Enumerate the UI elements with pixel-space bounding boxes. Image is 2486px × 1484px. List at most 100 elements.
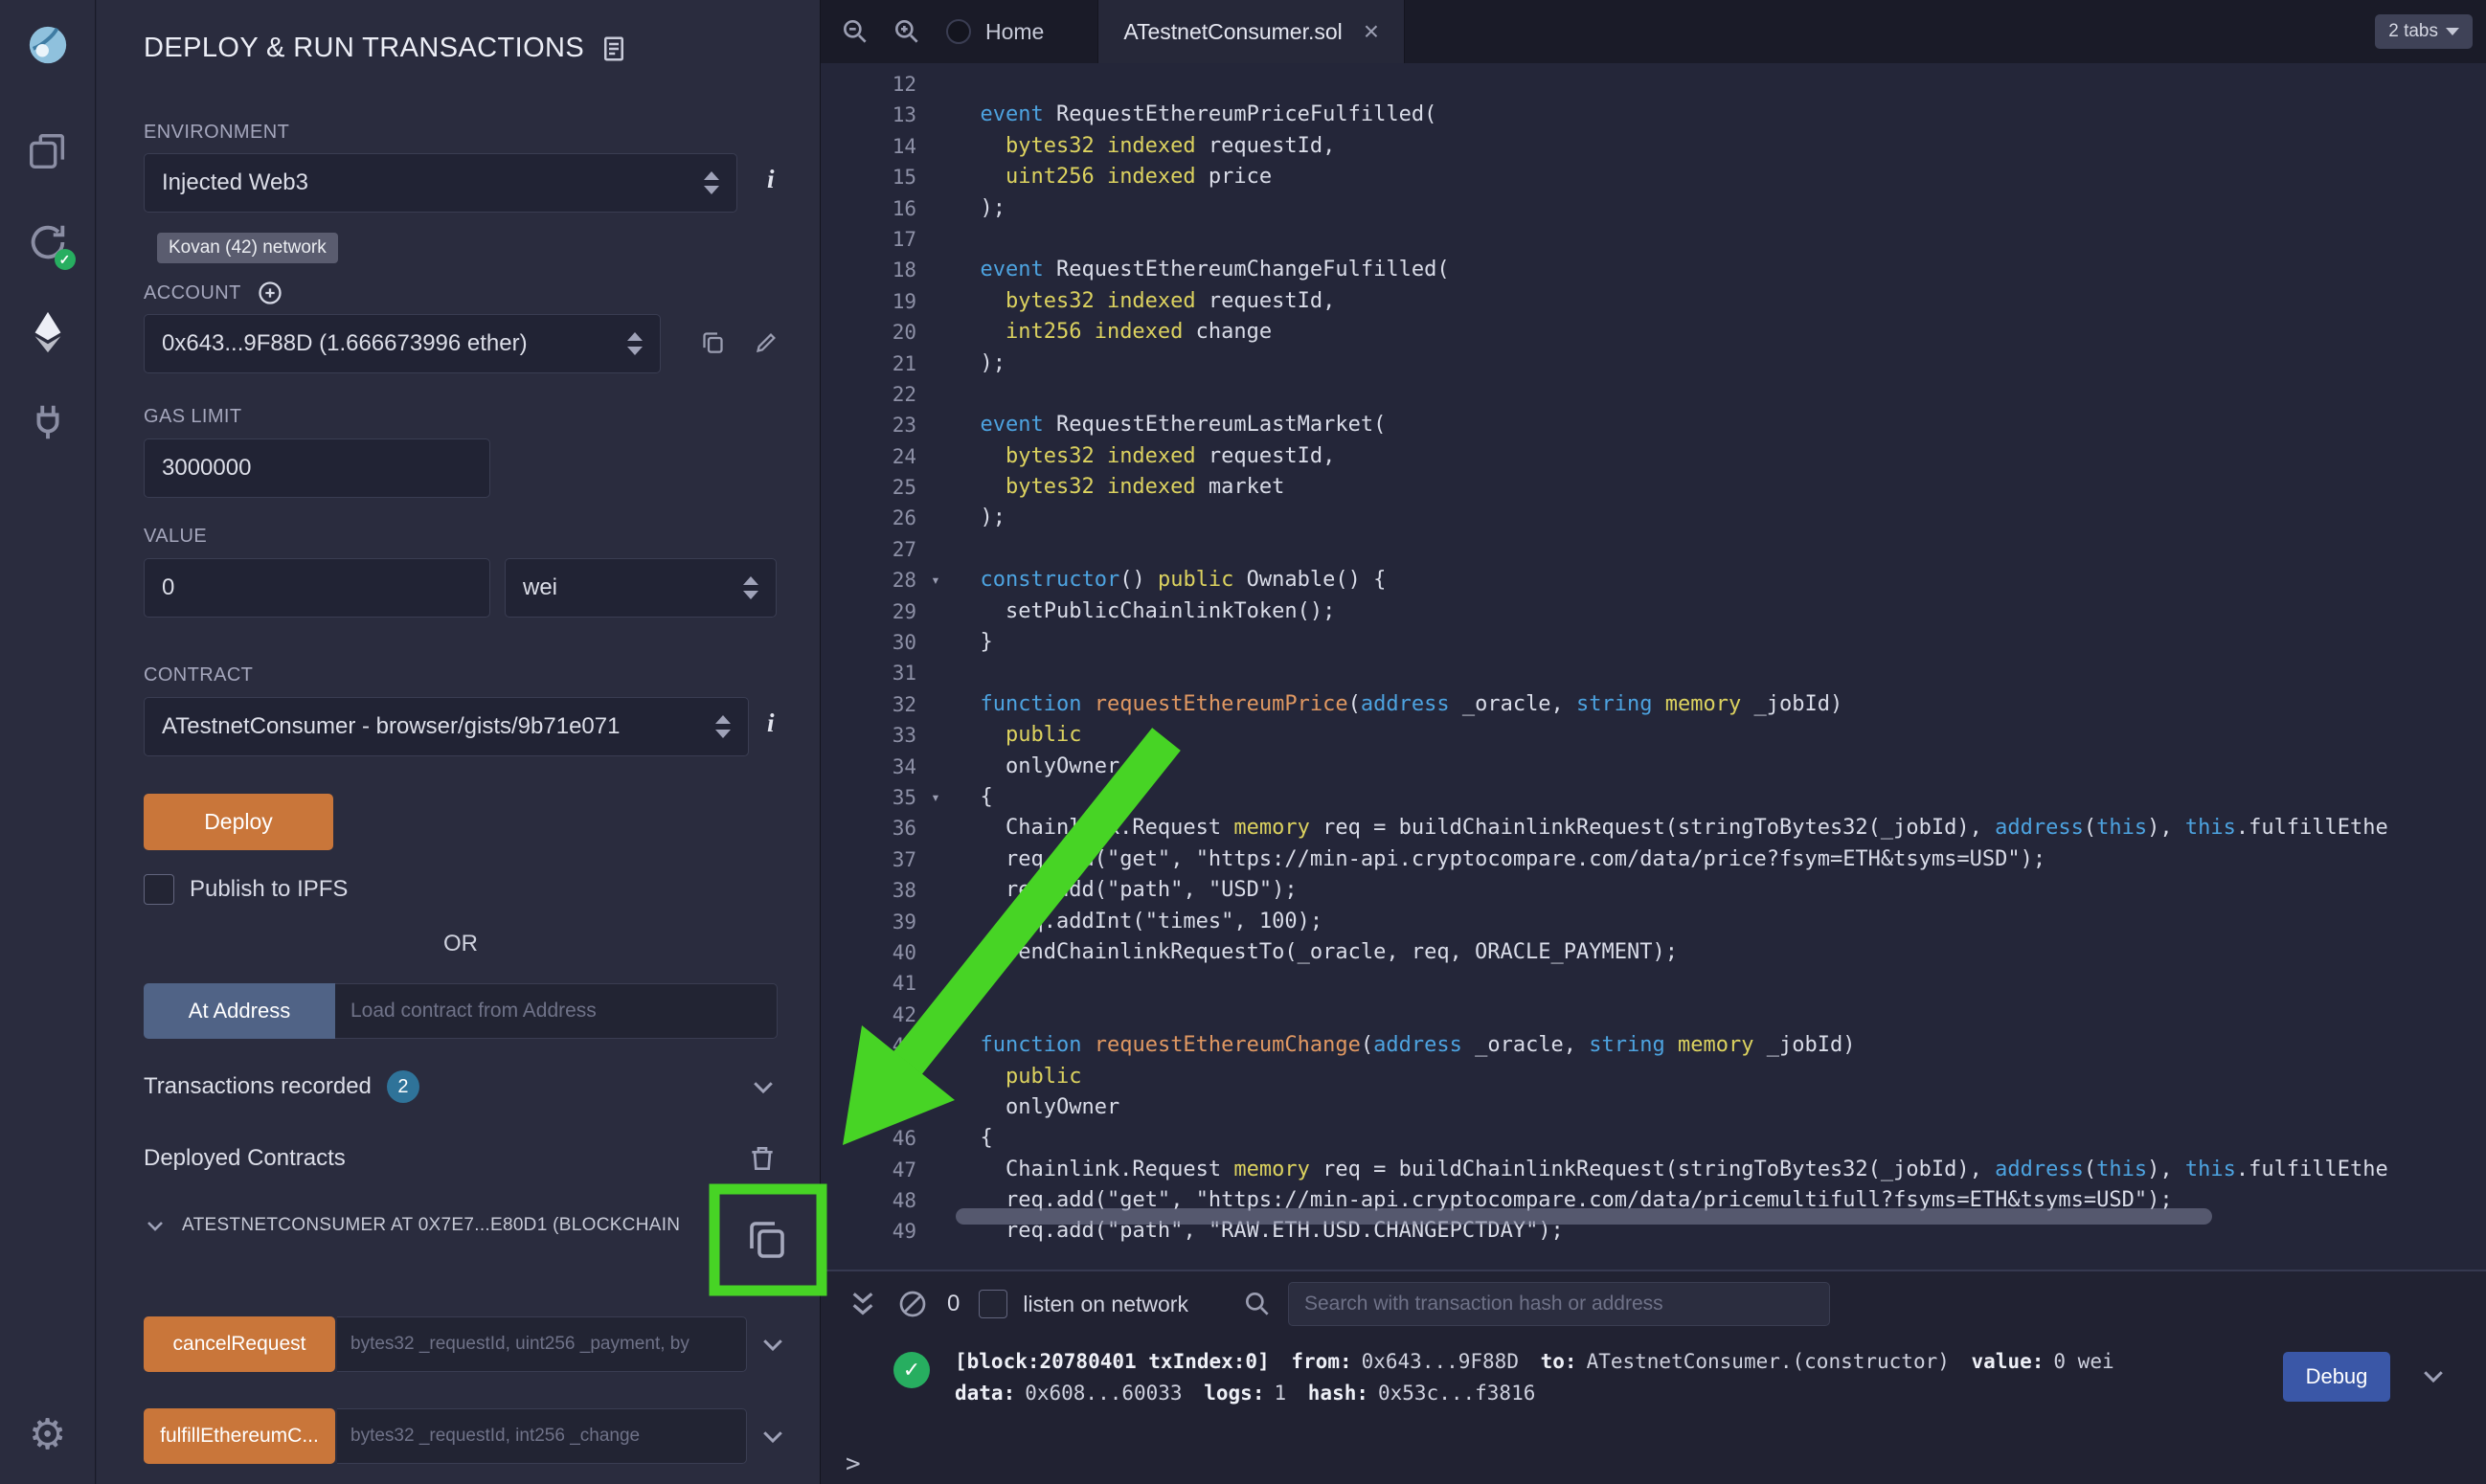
- value-label: VALUE: [144, 526, 207, 548]
- chevron-down-icon[interactable]: [749, 1072, 778, 1101]
- chevron-down-icon[interactable]: [144, 1214, 167, 1237]
- value-input[interactable]: [144, 558, 490, 618]
- terminal-prompt[interactable]: >: [846, 1450, 861, 1478]
- code-line: 20 int256 indexed change: [821, 317, 2486, 348]
- fulfillEthereumChange-button[interactable]: fulfillEthereumC...: [144, 1408, 335, 1464]
- tab-home[interactable]: Home: [943, 16, 1044, 47]
- code-line: 28▾ constructor() public Ownable() {: [821, 565, 2486, 596]
- deployed-contract-item[interactable]: ATESTNETCONSUMER AT 0X7E7...E80D1 (BLOCK…: [144, 1214, 718, 1237]
- fold-marker-icon[interactable]: ▾: [916, 782, 955, 813]
- cancelRequest-params-input[interactable]: [337, 1316, 747, 1372]
- copy-account-icon[interactable]: [700, 329, 726, 355]
- plugin-manager-icon[interactable]: [24, 398, 72, 446]
- at-address-input[interactable]: [335, 983, 778, 1039]
- settings-gear-icon[interactable]: ⚙: [29, 1410, 66, 1459]
- zoom-out-icon[interactable]: [840, 16, 870, 47]
- chevron-down-icon[interactable]: [758, 1422, 787, 1450]
- contract-select[interactable]: ATestnetConsumer - browser/gists/9b71e07…: [144, 697, 749, 756]
- code-editor[interactable]: 1213 event RequestEthereumPriceFulfilled…: [821, 63, 2486, 1270]
- add-account-icon[interactable]: [257, 280, 283, 306]
- edit-account-icon[interactable]: [754, 329, 780, 355]
- select-arrows-icon: [743, 576, 758, 599]
- zoom-in-icon[interactable]: [892, 16, 922, 47]
- document-icon: [599, 34, 628, 63]
- code-line: 45 onlyOwner: [821, 1092, 2486, 1123]
- listen-network-checkbox[interactable]: [979, 1290, 1007, 1318]
- fold-gutter: [916, 1216, 955, 1247]
- expand-terminal-icon[interactable]: [848, 1289, 878, 1319]
- fold-gutter: [916, 410, 955, 440]
- select-arrows-icon: [715, 715, 731, 738]
- fold-gutter: [916, 441, 955, 472]
- transactions-count-badge: 2: [387, 1070, 419, 1103]
- success-check-icon: ✓: [893, 1352, 930, 1388]
- fold-gutter: [916, 472, 955, 503]
- fulfillEthereumChange-params-input[interactable]: [337, 1408, 747, 1464]
- code-line: 38 req.add("path", "USD");: [821, 875, 2486, 906]
- code-line: 31: [821, 658, 2486, 688]
- publish-ipfs-checkbox[interactable]: [144, 874, 174, 905]
- gas-limit-label: GAS LIMIT: [144, 406, 242, 428]
- fold-marker-icon[interactable]: ▾: [916, 565, 955, 596]
- fold-gutter: [916, 1185, 955, 1216]
- code-lines: 1213 event RequestEthereumPriceFulfilled…: [821, 63, 2486, 1248]
- terminal: 0 listen on network ✓ [block:20780401 tx…: [821, 1270, 2486, 1484]
- code-line: 46 {: [821, 1123, 2486, 1154]
- or-label: OR: [144, 931, 778, 957]
- tabs-dropdown[interactable]: 2 tabs: [2375, 14, 2473, 49]
- fold-gutter: [916, 844, 955, 875]
- code-line: 24 bytes32 indexed requestId,: [821, 441, 2486, 472]
- deploy-button[interactable]: Deploy: [144, 794, 333, 850]
- horizontal-scrollbar[interactable]: [956, 1208, 2212, 1225]
- code-line: 41 }: [821, 968, 2486, 999]
- trash-icon[interactable]: [747, 1143, 778, 1174]
- icon-sidebar: ✓ ⚙: [0, 0, 96, 1484]
- code-line: 16 );: [821, 193, 2486, 224]
- fold-gutter: [916, 534, 955, 565]
- debug-button[interactable]: Debug: [2283, 1352, 2390, 1402]
- terminal-bar: 0 listen on network: [821, 1271, 2486, 1337]
- code-line: 21 );: [821, 349, 2486, 379]
- code-line: 30 }: [821, 627, 2486, 658]
- log-block: [block:20780401 txIndex:0]: [955, 1350, 1270, 1373]
- code-line: 23 event RequestEthereumLastMarket(: [821, 410, 2486, 440]
- select-arrows-icon: [627, 332, 643, 355]
- remix-logo-icon[interactable]: [24, 21, 72, 69]
- gas-limit-input[interactable]: [144, 438, 490, 498]
- deploy-and-run-icon[interactable]: [24, 308, 72, 356]
- cancelRequest-button[interactable]: cancelRequest: [144, 1316, 335, 1372]
- solidity-compiler-icon[interactable]: ✓: [24, 218, 72, 266]
- close-tab-icon[interactable]: ×: [1364, 18, 1379, 45]
- contract-info-icon[interactable]: i: [767, 708, 775, 738]
- file-explorer-icon[interactable]: [24, 128, 72, 176]
- code-line: 17: [821, 224, 2486, 255]
- terminal-search-input[interactable]: [1288, 1282, 1830, 1326]
- function-row: fulfillEthereumC...: [144, 1408, 787, 1464]
- fold-gutter: [916, 1000, 955, 1030]
- account-select[interactable]: 0x643...9F88D (1.666673996 ether): [144, 314, 661, 373]
- code-line: 47 Chainlink.Request memory req = buildC…: [821, 1155, 2486, 1185]
- fold-gutter: [916, 349, 955, 379]
- unit-value: wei: [523, 574, 557, 601]
- home-tab-icon: [943, 16, 974, 47]
- tab-active-file[interactable]: ATestnetConsumer.sol ×: [1097, 0, 1405, 63]
- transaction-log-entry[interactable]: ✓ [block:20780401 txIndex:0] from:0x643.…: [821, 1346, 2486, 1409]
- fold-gutter: [916, 317, 955, 348]
- environment-info-icon[interactable]: i: [767, 165, 775, 194]
- code-line: 43 function requestEthereumChange(addres…: [821, 1030, 2486, 1061]
- deployed-contracts-label: Deployed Contracts: [144, 1145, 346, 1172]
- compile-success-badge-icon: ✓: [55, 249, 76, 270]
- environment-label: ENVIRONMENT: [144, 122, 289, 144]
- chevron-down-icon[interactable]: [2419, 1361, 2448, 1390]
- code-line: 18 event RequestEthereumChangeFulfilled(: [821, 255, 2486, 285]
- environment-select[interactable]: Injected Web3: [144, 153, 737, 213]
- clear-console-icon[interactable]: [897, 1289, 928, 1319]
- copy-contract-address-icon[interactable]: [744, 1216, 790, 1262]
- chevron-down-icon[interactable]: [758, 1330, 787, 1359]
- account-label-row: ACCOUNT: [144, 280, 283, 306]
- unit-select[interactable]: wei: [505, 558, 777, 618]
- fold-gutter: [916, 596, 955, 627]
- fold-gutter: [916, 813, 955, 843]
- at-address-button[interactable]: At Address: [144, 983, 335, 1039]
- listen-network-label: listen on network: [1023, 1292, 1188, 1317]
